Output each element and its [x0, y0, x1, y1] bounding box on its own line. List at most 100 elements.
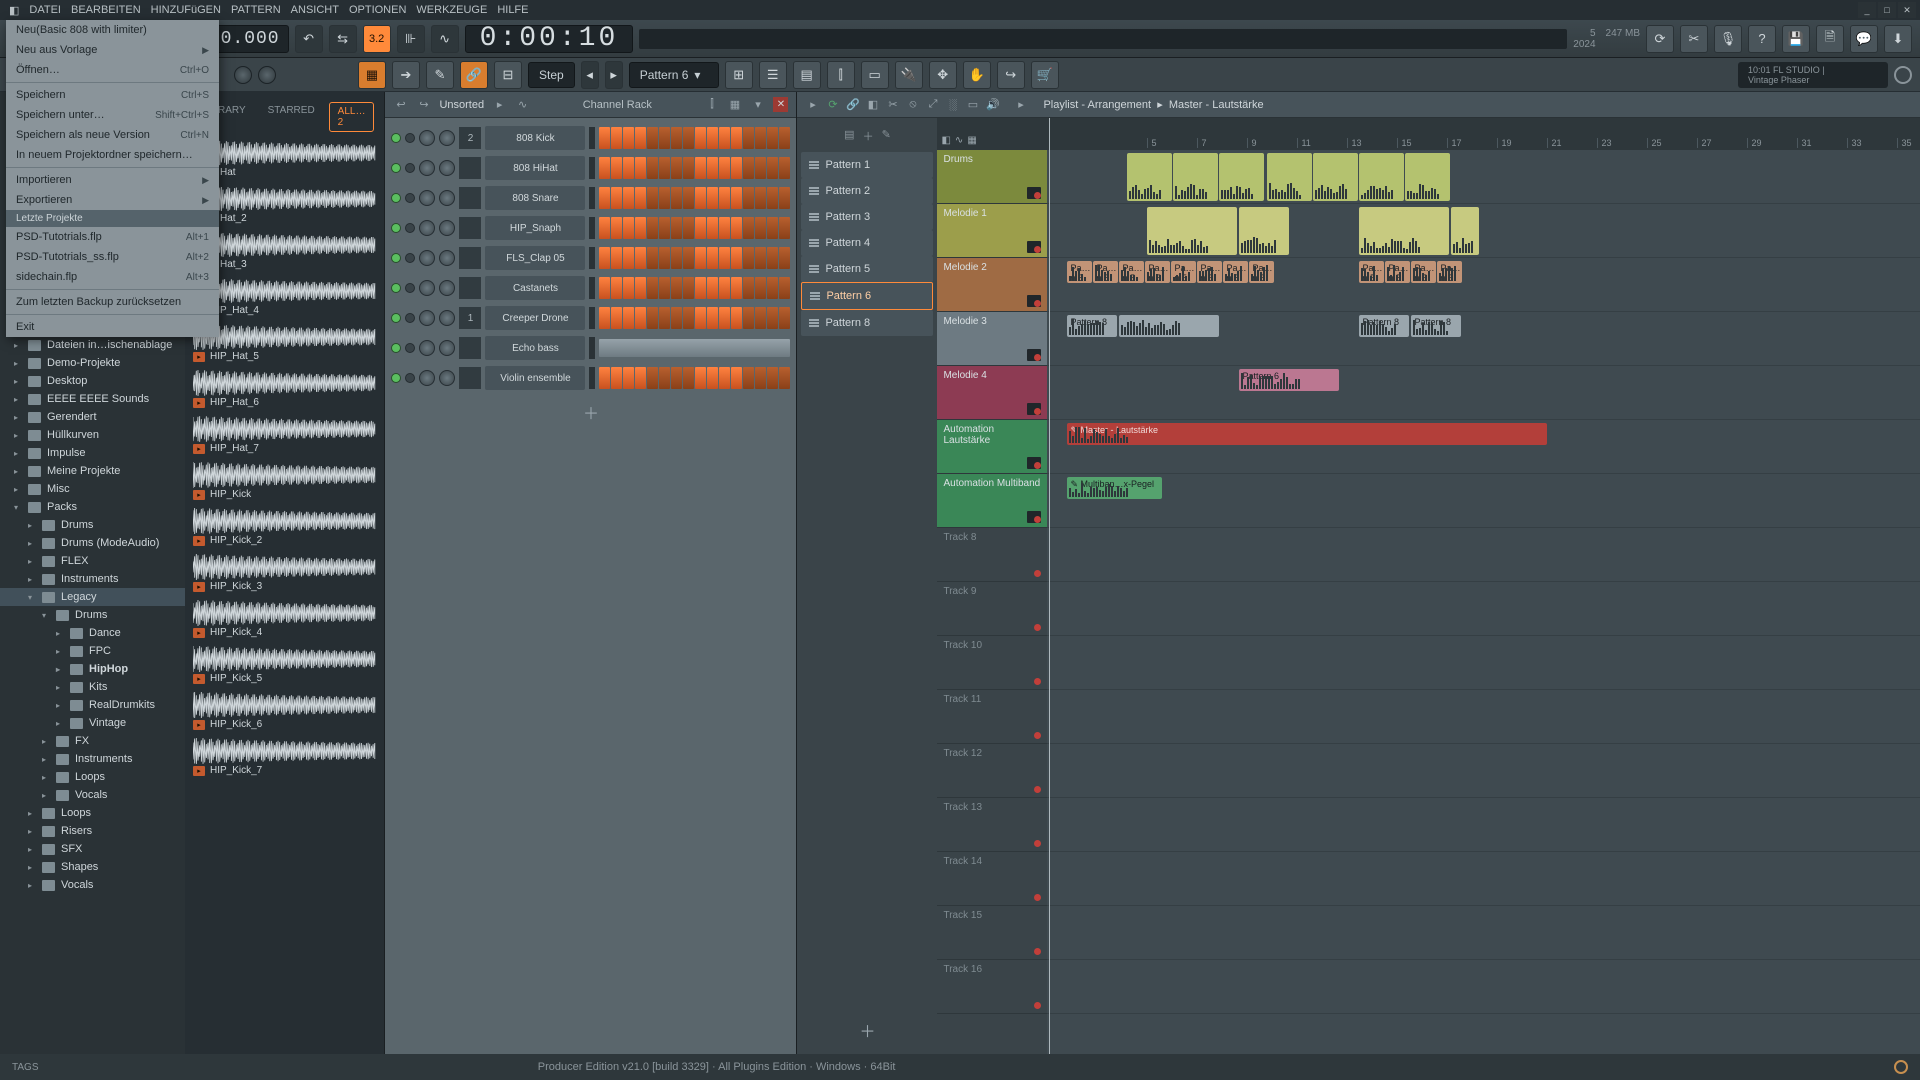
track-header[interactable]: Track 14	[937, 852, 1047, 906]
channel-pan-knob[interactable]	[419, 220, 435, 236]
channel-vol-knob[interactable]	[439, 190, 455, 206]
channel-select-handle[interactable]	[589, 217, 595, 239]
playlist-clip[interactable]	[1359, 153, 1404, 201]
sample-item[interactable]: ▸HIP_Kick	[185, 460, 384, 506]
tool-wave-icon[interactable]: ∿	[431, 25, 459, 53]
play-sample-icon[interactable]: ▸	[193, 536, 205, 546]
tree-item[interactable]: ▸Vintage	[0, 714, 185, 732]
filter-starred[interactable]: STARRED	[260, 102, 323, 132]
channel-pan-knob[interactable]	[419, 310, 435, 326]
pattern-item[interactable]: Pattern 1	[801, 152, 933, 178]
playlist-clip[interactable]: Pa…n 5	[1437, 261, 1462, 283]
th-mode2-icon[interactable]: ∿	[955, 135, 963, 146]
channel-row[interactable]: 808 Snare	[391, 184, 790, 212]
pattern-item[interactable]: Pattern 2	[801, 178, 933, 204]
track-mute-dot[interactable]	[1034, 840, 1041, 847]
channel-rack-header[interactable]: ↩ ↪ Unsorted ▸ ∿ Channel Rack ⫿ ▦ ▾ ✕	[385, 92, 796, 118]
pl-cut-icon[interactable]: ✂	[885, 97, 900, 112]
playlist-clip[interactable]: Pa…n 5	[1411, 261, 1436, 283]
play-sample-icon[interactable]: ▸	[193, 674, 205, 684]
pl-play-icon[interactable]: ▸	[805, 97, 820, 112]
channel-row[interactable]: FLS_Clap 05	[391, 244, 790, 272]
playlist-clip[interactable]	[1267, 153, 1312, 201]
tree-item[interactable]: ▸EEEE EEEE Sounds	[0, 390, 185, 408]
pattern-item[interactable]: Pattern 5	[801, 256, 933, 282]
tb-saveas-icon[interactable]: 🗎	[1816, 25, 1844, 53]
tree-item[interactable]: ▸Gerendert	[0, 408, 185, 426]
tool-link-icon[interactable]: 🔗	[460, 61, 488, 89]
channel-mute-led[interactable]	[405, 193, 415, 203]
track-header[interactable]: Track 9	[937, 582, 1047, 636]
cr-menu-icon[interactable]: ▾	[750, 97, 765, 112]
sample-item[interactable]: ▸HIP_Kick_2	[185, 506, 384, 552]
play-sample-icon[interactable]: ▸	[193, 352, 205, 362]
view-browser-icon[interactable]: ▭	[861, 61, 889, 89]
tb-tune-icon[interactable]: ✂	[1680, 25, 1708, 53]
channel-vol-knob[interactable]	[439, 130, 455, 146]
channel-mute-led[interactable]	[405, 283, 415, 293]
tool-redo-icon[interactable]: ↪	[997, 61, 1025, 89]
play-sample-icon[interactable]: ▸	[193, 720, 205, 730]
pl-sync-icon[interactable]: ⟳	[825, 97, 840, 112]
status-tags[interactable]: TAGS	[12, 1062, 38, 1073]
pp-tab-list-icon[interactable]: ▤	[844, 128, 854, 144]
pattern-selector[interactable]: Pattern 6▾	[629, 62, 719, 88]
window-min-icon[interactable]: _	[1858, 2, 1876, 18]
track-lane[interactable]	[1047, 744, 1920, 798]
tb-help-icon[interactable]: ?	[1748, 25, 1776, 53]
channel-row[interactable]: HIP_Snaph	[391, 214, 790, 242]
track-lane[interactable]	[1047, 150, 1920, 204]
file-menu-item[interactable]: Zum letzten Backup zurücksetzen	[6, 292, 219, 312]
channel-name-button[interactable]: 808 Snare	[485, 186, 585, 210]
channel-pan-knob[interactable]	[419, 370, 435, 386]
tree-item[interactable]: ▾Legacy	[0, 588, 185, 606]
playlist-clip[interactable]	[1359, 207, 1449, 255]
channel-enable-led[interactable]	[391, 193, 401, 203]
channel-name-button[interactable]: Creeper Drone	[485, 306, 585, 330]
track-lane[interactable]	[1047, 528, 1920, 582]
tb-mic-icon[interactable]: 🎙	[1714, 25, 1742, 53]
channel-row[interactable]: Echo bass	[391, 334, 790, 362]
cr-fwd-icon[interactable]: ↪	[416, 97, 431, 112]
tree-item[interactable]: ▸HipHop	[0, 660, 185, 678]
tree-item[interactable]: ▸Dateien in…ischenablage	[0, 336, 185, 354]
pl-modeA-icon[interactable]: ◧	[865, 97, 880, 112]
track-header[interactable]: Melodie 4	[937, 366, 1047, 420]
tree-item[interactable]: ▸Impulse	[0, 444, 185, 462]
tb-save-icon[interactable]: 💾	[1782, 25, 1810, 53]
pl-mute-icon[interactable]: ⦸	[905, 97, 920, 112]
tool-paint-icon[interactable]: ✎	[426, 61, 454, 89]
pattern-add-button[interactable]: ＋	[801, 1012, 933, 1048]
track-header[interactable]: Melodie 2	[937, 258, 1047, 312]
file-menu-item[interactable]: SpeichernCtrl+S	[6, 85, 219, 105]
channel-vol-knob[interactable]	[439, 310, 455, 326]
file-menu-dropdown[interactable]: Neu(Basic 808 with limiter)Neu aus Vorla…	[6, 20, 219, 337]
time-display[interactable]: 0:00:10	[465, 25, 634, 53]
channel-vol-knob[interactable]	[439, 340, 455, 356]
playlist-clip[interactable]: Pa…n 5	[1223, 261, 1248, 283]
track-header[interactable]: Track 10	[937, 636, 1047, 690]
playlist-clip[interactable]: Pa…n 5	[1249, 261, 1274, 283]
channel-name-button[interactable]: FLS_Clap 05	[485, 246, 585, 270]
playlist-clip[interactable]	[1173, 153, 1218, 201]
play-sample-icon[interactable]: ▸	[193, 444, 205, 454]
channel-mute-led[interactable]	[405, 163, 415, 173]
cr-grid-icon[interactable]: ▦	[727, 97, 742, 112]
playlist-clip[interactable]: ✎ Master - Lautstärke	[1067, 423, 1547, 445]
th-mode3-icon[interactable]: ▦	[967, 135, 976, 146]
playlist-clip[interactable]: ✎ Multiban…x-Pegel	[1067, 477, 1162, 499]
track-mute-dot[interactable]	[1034, 570, 1041, 577]
channel-enable-led[interactable]	[391, 133, 401, 143]
channel-select-handle[interactable]	[589, 127, 595, 149]
tree-item[interactable]: ▸Misc	[0, 480, 185, 498]
playlist-clip[interactable]	[1219, 153, 1264, 201]
file-menu-item[interactable]: Speichern unter…Shift+Ctrl+S	[6, 105, 219, 125]
tool-rect-icon[interactable]: ▦	[358, 61, 386, 89]
channel-row[interactable]: Violin ensemble	[391, 364, 790, 392]
tool-switch-icon[interactable]: ⇆	[329, 25, 357, 53]
channel-name-button[interactable]: 808 HiHat	[485, 156, 585, 180]
play-sample-icon[interactable]: ▸	[193, 490, 205, 500]
track-lane[interactable]: ✎ Multiban…x-Pegel	[1047, 474, 1920, 528]
track-header[interactable]: Melodie 1	[937, 204, 1047, 258]
tree-item[interactable]: ▸Hüllkurven	[0, 426, 185, 444]
